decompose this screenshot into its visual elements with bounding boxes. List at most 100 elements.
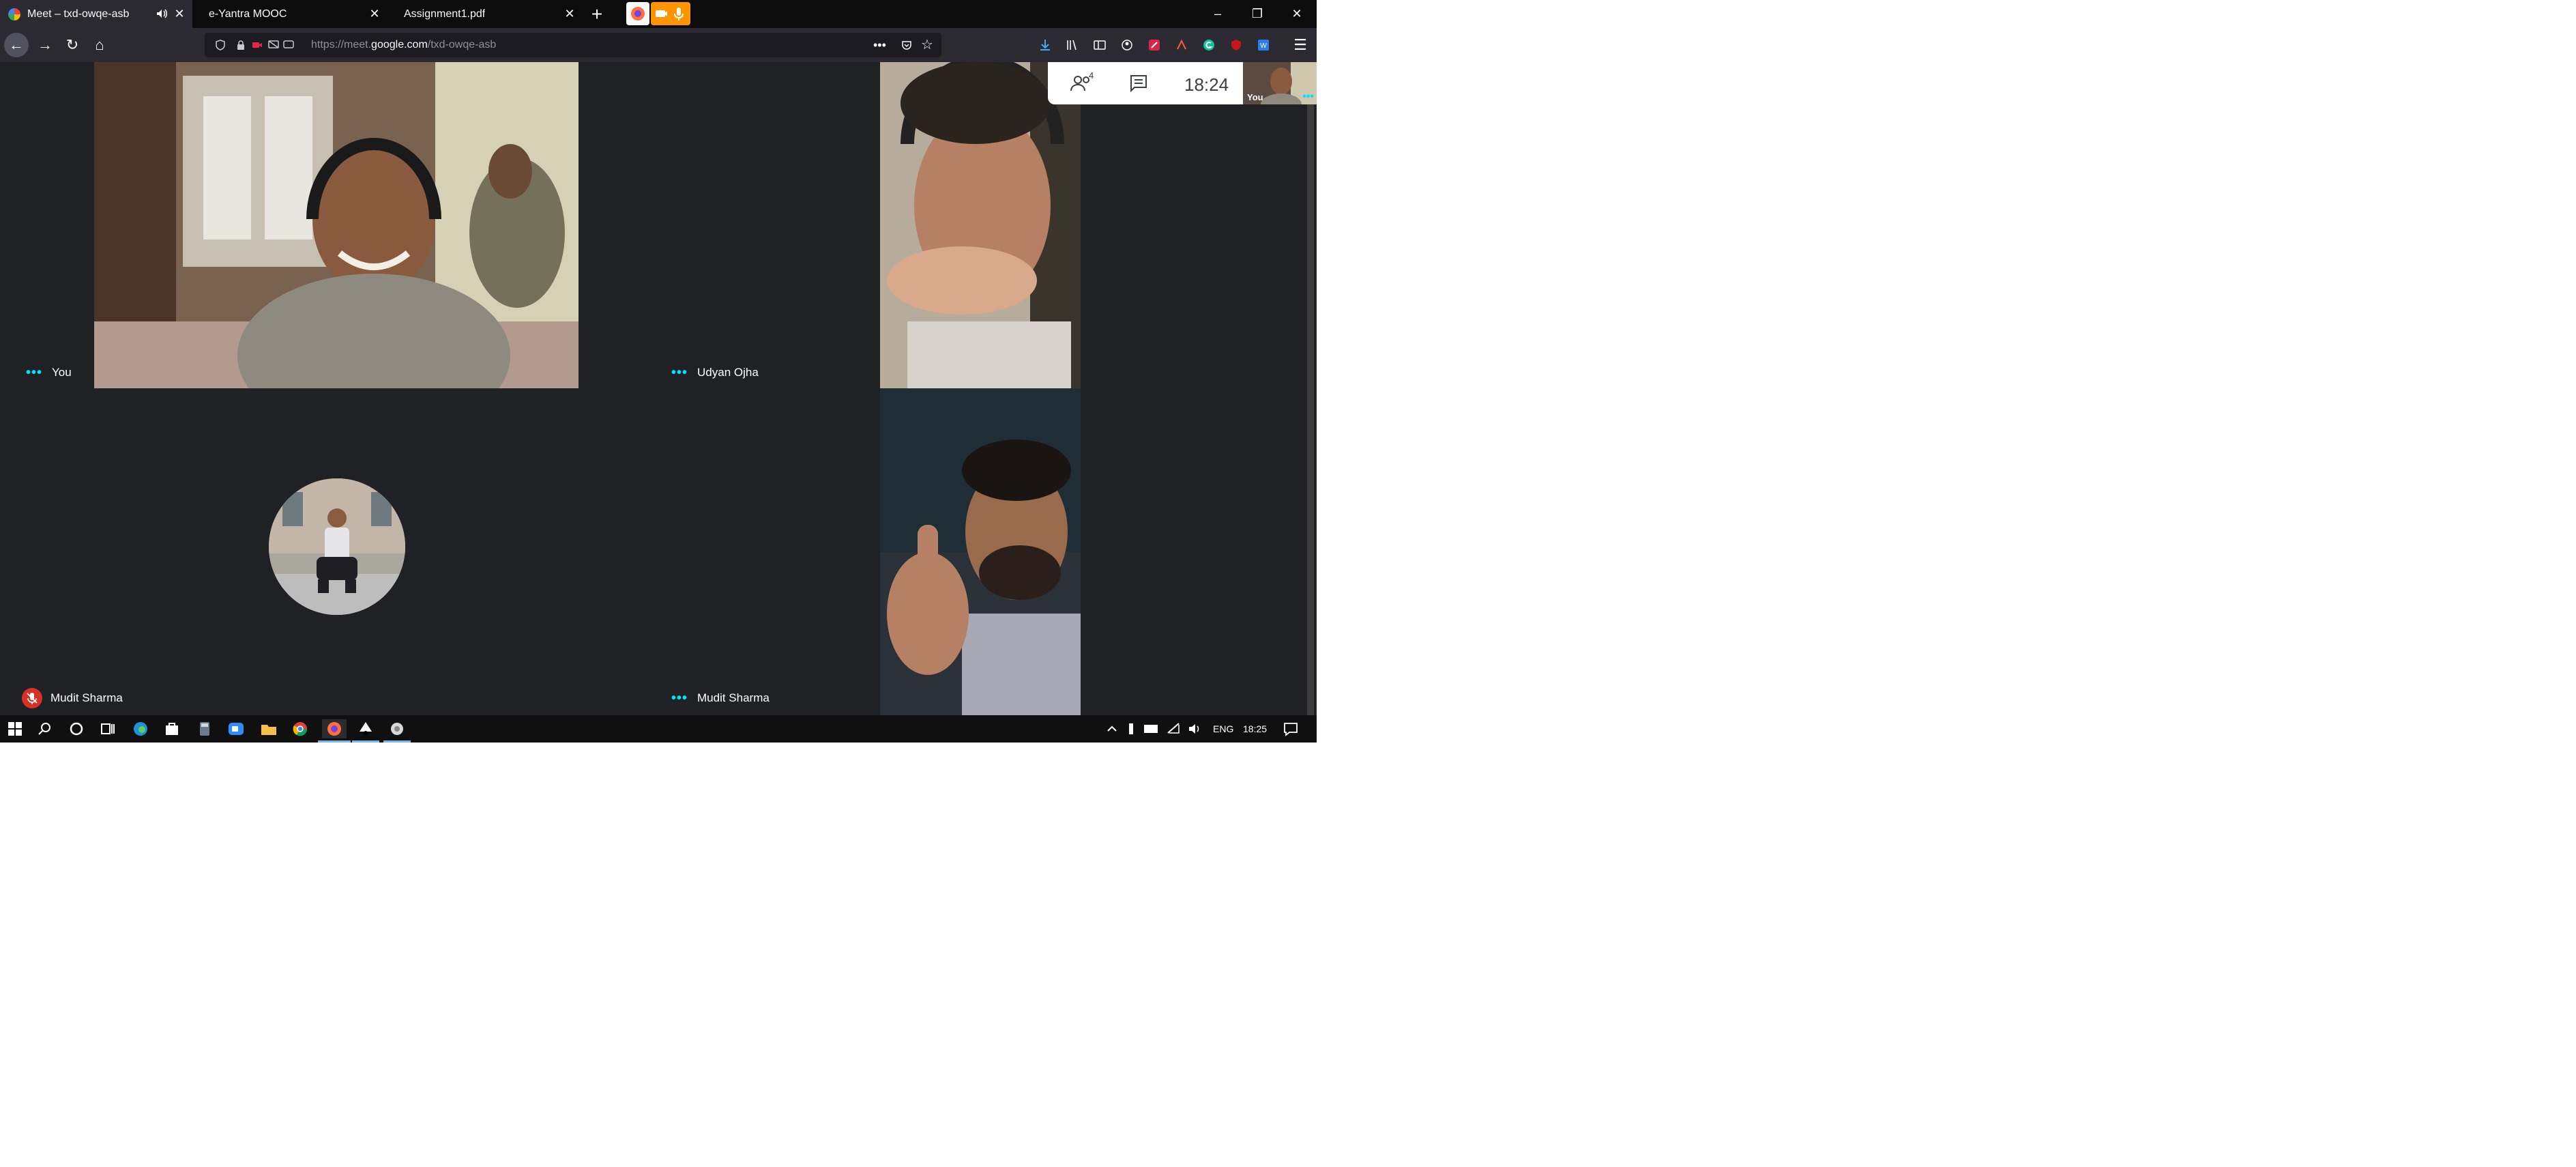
taskbar-clock[interactable]: 18:25 [1243,715,1267,743]
extension-w-icon[interactable]: W [1257,38,1270,52]
edge-icon[interactable] [131,719,150,738]
more-options-icon[interactable]: ••• [671,691,688,705]
microphone-sharing-icon[interactable] [667,2,690,25]
notification-permission-icon[interactable] [282,39,295,51]
store-icon[interactable] [162,719,181,738]
new-tab-button[interactable]: + [583,0,611,28]
meet-video-grid: ••• You ••• Udyan Ojha Mudit Sharma ••• … [0,62,1317,715]
windows-taskbar: ENG 18:25 [0,715,1317,743]
close-tab-icon[interactable]: ✕ [368,8,381,20]
bookmark-star-icon[interactable]: ☆ [921,33,933,57]
inkscape-icon [360,722,372,735]
navigation-toolbar: ← → ↻ ⌂ https://meet.google.com/txd-owqe… [0,28,1317,62]
firefox-sharing-icon[interactable] [626,2,649,25]
more-options-icon[interactable]: ••• [26,366,42,379]
more-options-icon[interactable]: ••• [671,366,688,379]
shield-icon[interactable] [214,39,226,51]
screen-permission-icon[interactable] [267,39,280,51]
tab-title: Meet – txd-owqe-asb [27,8,130,20]
ublock-icon[interactable] [1229,38,1243,52]
close-tab-icon[interactable]: ✕ [173,8,186,20]
app-icon [391,723,403,735]
url-text: https://meet.google.com/txd-owqe-asb [311,33,496,57]
hamburger-menu-icon[interactable]: ☰ [1288,33,1313,57]
inkscape-taskbar-button[interactable] [352,719,379,743]
participant-video [880,388,1081,715]
url-bar[interactable]: https://meet.google.com/txd-owqe-asb •••… [205,33,941,57]
participant-tile-you[interactable]: ••• You [15,62,656,388]
firefox-icon [327,722,341,736]
url-path: /txd-owqe-asb [427,39,497,51]
pdf-extension-icon[interactable] [1175,38,1188,52]
participant-tile-mudit-sharma-avatar[interactable]: Mudit Sharma [15,388,656,715]
app-taskbar-button[interactable] [383,719,411,743]
participant-tile-udyan-ojha[interactable]: ••• Udyan Ojha [660,62,1302,388]
usb-icon[interactable] [1124,719,1138,738]
url-host: google.com [371,39,428,51]
scrollbar[interactable] [1302,62,1317,715]
firefox-taskbar-button[interactable] [318,719,351,743]
url-prefix: https://meet. [311,39,372,51]
participant-name: Mudit Sharma [50,691,123,704]
participant-name-tag: Mudit Sharma [22,688,123,708]
tab-meet[interactable]: Meet – txd-owqe-asb ✕ [0,0,192,28]
avatar [269,478,405,615]
tab-title: e-Yantra MOOC [209,8,287,20]
chrome-icon[interactable] [291,719,310,738]
pocket-icon[interactable] [901,39,913,51]
meeting-clock: 18:24 [1184,74,1229,95]
participant-name-tag: ••• Mudit Sharma [671,691,770,705]
participant-video [94,62,579,388]
participant-name: You [52,366,72,379]
library-icon[interactable] [1066,38,1079,52]
tab-eyantra[interactable]: e-Yantra MOOC ✕ [195,0,387,28]
action-center-icon[interactable] [1281,719,1300,738]
volume-icon[interactable] [1187,719,1203,738]
language-indicator[interactable]: ENG [1213,715,1233,743]
zoom-icon[interactable] [226,719,246,738]
participant-name: Mudit Sharma [697,691,770,704]
forward-button[interactable]: → [33,33,57,57]
participant-name: Udyan Ojha [697,366,759,379]
screen: Meet – txd-owqe-asb ✕ e-Yantra MOOC ✕ As… [0,0,1317,743]
battery-icon[interactable] [1143,719,1160,738]
downloads-icon[interactable] [1038,38,1052,52]
speaker-icon[interactable] [156,8,168,20]
restore-button[interactable]: ❐ [1238,0,1277,28]
self-view-thumbnail[interactable]: You ••• [1243,62,1317,104]
participant-name-tag: ••• Udyan Ojha [671,366,759,379]
home-button[interactable]: ⌂ [87,33,112,57]
account-icon[interactable] [1120,38,1134,52]
start-icon[interactable] [5,719,25,738]
back-button[interactable]: ← [4,33,29,57]
tab-strip: Meet – txd-owqe-asb ✕ e-Yantra MOOC ✕ As… [0,0,1317,28]
search-icon[interactable] [35,719,55,738]
participant-video [880,62,1081,388]
scrollbar-thumb[interactable] [1307,62,1314,715]
chevron-up-icon[interactable] [1105,719,1119,738]
wifi-icon[interactable] [1165,719,1182,738]
camera-permission-icon[interactable] [251,39,263,51]
sidebar-icon[interactable] [1093,38,1107,52]
grammarly-icon[interactable] [1202,38,1216,52]
avatar-image [269,478,405,615]
close-window-button[interactable]: ✕ [1277,0,1317,28]
tab-assignment-pdf[interactable]: Assignment1.pdf ✕ [390,0,583,28]
participant-tile-mudit-sharma-video[interactable]: ••• Mudit Sharma [660,388,1302,715]
svg-text:W: W [1260,42,1267,50]
file-explorer-icon[interactable] [259,719,278,738]
close-tab-icon[interactable]: ✕ [564,8,576,20]
video-frame [880,62,1081,388]
lock-icon[interactable] [235,39,247,51]
page-actions-icon[interactable]: ••• [873,33,886,57]
more-options-icon[interactable]: ••• [1302,91,1314,103]
task-view-icon[interactable] [98,719,117,738]
calculator-icon[interactable] [195,719,214,738]
annotation-extension-icon[interactable] [1147,38,1161,52]
minimize-button[interactable]: – [1198,0,1238,28]
cortana-icon[interactable] [67,719,86,738]
reload-button[interactable]: ↻ [60,33,85,57]
tab-title: Assignment1.pdf [404,8,486,20]
google-meet-icon [8,8,20,20]
chat-icon[interactable] [1127,72,1150,95]
